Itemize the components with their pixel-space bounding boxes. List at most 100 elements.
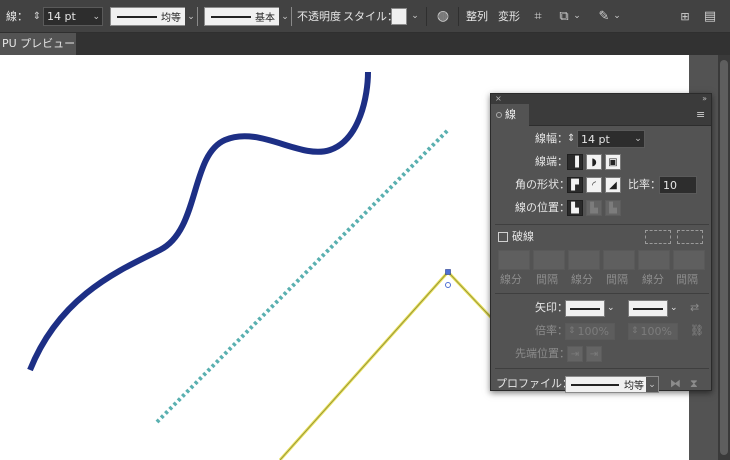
chevron-down-icon[interactable]: ⌄ [632, 131, 644, 147]
profile-line [571, 383, 619, 386]
style-label: スタイル： [343, 10, 398, 23]
divider [495, 368, 709, 369]
profile-select[interactable]: 均等 ⌄ [565, 376, 659, 393]
chevron-down-icon[interactable]: ⌄ [612, 7, 622, 26]
dash-field-2[interactable] [568, 250, 600, 270]
gap-field-1[interactable] [533, 250, 565, 270]
dash-field-3[interactable] [638, 250, 670, 270]
bevel-join-button[interactable]: ◢ [605, 177, 621, 193]
preserve-dashes-icon[interactable] [645, 230, 671, 244]
align-inside-button[interactable]: ▙ [586, 200, 602, 216]
align-link[interactable]: 整列 [466, 7, 488, 26]
tab-stroke-label: 線 [505, 108, 516, 121]
close-icon[interactable]: × [495, 94, 502, 104]
gap-field-3[interactable] [673, 250, 705, 270]
link-scale-icon[interactable]: ⛓ [690, 322, 704, 340]
limit-label: 比率： [628, 178, 661, 191]
miter-join-button[interactable]: ▛ [567, 177, 583, 193]
flip-along-icon[interactable]: ⧓ [670, 375, 681, 393]
dashed-line-checkbox[interactable] [498, 232, 508, 242]
corner-label: 角の形状： [515, 178, 570, 191]
stroke-weight-field[interactable]: 14 pt ⌄ [43, 7, 103, 26]
limit-field[interactable]: 10 [659, 176, 697, 194]
panel-menu-icon[interactable]: ≡ [696, 109, 707, 121]
variable-width-profile-select[interactable]: 均等 ⌄ [110, 7, 198, 26]
arrow-tip-beyond-button[interactable]: ⇥ [567, 346, 583, 362]
align-stroke-label: 線の位置： [515, 201, 570, 214]
flip-across-icon[interactable]: ⧗ [690, 375, 698, 393]
arrange-icon[interactable]: ⧉ [556, 7, 572, 26]
brush-line [211, 15, 251, 18]
isolate-group-icon[interactable]: ⌗ [530, 7, 546, 26]
opacity-link[interactable]: 不透明度 [297, 7, 341, 26]
stepper-icon[interactable]: ⇕ [568, 324, 576, 339]
chevron-down-icon[interactable]: ⌄ [646, 377, 658, 392]
chevron-down-icon[interactable]: ⌄ [185, 7, 197, 26]
panel-tab-row: 線 ≡ [491, 104, 711, 126]
chevron-down-icon[interactable]: ⌄ [279, 7, 291, 26]
gap-label-1: 間隔 [536, 273, 558, 286]
limit-value: 10 [663, 178, 677, 192]
align-center-button[interactable]: ▙ [567, 200, 583, 216]
weight-field[interactable]: 14 pt ⌄ [577, 130, 645, 148]
dash-label-1: 線分 [500, 273, 522, 286]
brush-label: 基本 [255, 13, 275, 24]
divider [426, 7, 427, 26]
stepper-icon[interactable]: ⇕ [631, 324, 639, 339]
dash-field-1[interactable] [498, 250, 530, 270]
tab-stroke[interactable]: 線 [491, 104, 529, 126]
cap-label: 線端： [535, 155, 568, 168]
align-dashes-icon[interactable] [677, 230, 703, 244]
grid-icon[interactable]: ⊞ [678, 7, 692, 26]
yellow-path-selection-outline [279, 271, 501, 460]
dash-label-2: 線分 [571, 273, 593, 286]
align-outside-button[interactable]: ▙ [605, 200, 621, 216]
document-tab-label: PU プレビュー) [2, 37, 76, 50]
stepper-icon[interactable]: ⇕ [32, 7, 42, 26]
chevron-down-icon[interactable]: ⌄ [572, 7, 582, 26]
dashed-line-label: 破線 [512, 230, 534, 243]
gap-label-3: 間隔 [676, 273, 698, 286]
divider [495, 293, 709, 294]
round-join-button[interactable]: ◜ [586, 177, 602, 193]
collapse-icon[interactable]: » [702, 94, 707, 104]
weight-label: 線幅： [535, 132, 568, 145]
round-cap-button[interactable]: ◗ [586, 154, 602, 170]
end-scale-field[interactable]: ⇕ 100% [628, 323, 678, 340]
graphic-style-swatch[interactable] [391, 8, 407, 25]
document-tab[interactable]: PU プレビュー) [0, 33, 76, 55]
scale-label: 倍率： [535, 324, 568, 337]
projecting-cap-button[interactable]: ▣ [605, 154, 621, 170]
transform-link[interactable]: 変形 [498, 7, 520, 26]
stepper-icon[interactable]: ⇕ [567, 130, 575, 148]
arrow-tip-at-end-button[interactable]: ⇥ [586, 346, 602, 362]
chevron-down-icon[interactable]: ⌄ [607, 299, 615, 317]
anchor-point[interactable] [445, 269, 451, 275]
divider [495, 224, 709, 225]
arrowhead-line [633, 307, 663, 310]
navy-wave-path[interactable] [27, 71, 371, 372]
chevron-down-icon[interactable]: ⌄ [90, 7, 102, 26]
recolor-artwork-icon[interactable]: ◍ [434, 7, 452, 26]
yellow-selected-path[interactable] [278, 269, 502, 460]
chevron-down-icon[interactable]: ⌄ [408, 7, 422, 26]
start-scale-value: 100% [577, 325, 609, 338]
edit-path-icon[interactable]: ✎ [596, 7, 612, 26]
end-arrowhead-select[interactable] [628, 300, 668, 317]
brush-definition-select[interactable]: 基本 ⌄ [204, 7, 292, 26]
divider [458, 7, 459, 26]
start-arrowhead-select[interactable] [565, 300, 605, 317]
gap-field-2[interactable] [603, 250, 635, 270]
control-bar: 線： ⇕ 14 pt ⌄ 均等 ⌄ 基本 ⌄ 不透明度 スタイル： ⌄ ◍ 整列… [0, 0, 730, 33]
arrow-align-label: 先端位置： [515, 347, 570, 360]
vertical-scrollbar-thumb[interactable] [720, 60, 728, 455]
path-center-point [445, 282, 451, 288]
panel-title-bar[interactable]: × » [491, 94, 711, 104]
butt-cap-button[interactable]: ▐ [567, 154, 583, 170]
panel-menu-icon[interactable]: ▤ [703, 7, 717, 26]
start-scale-field[interactable]: ⇕ 100% [565, 323, 615, 340]
arrowhead-line [570, 307, 600, 310]
swap-arrowheads-icon[interactable]: ⇄ [690, 299, 699, 317]
chevron-down-icon[interactable]: ⌄ [670, 299, 678, 317]
arrowheads-label: 矢印： [535, 301, 568, 314]
